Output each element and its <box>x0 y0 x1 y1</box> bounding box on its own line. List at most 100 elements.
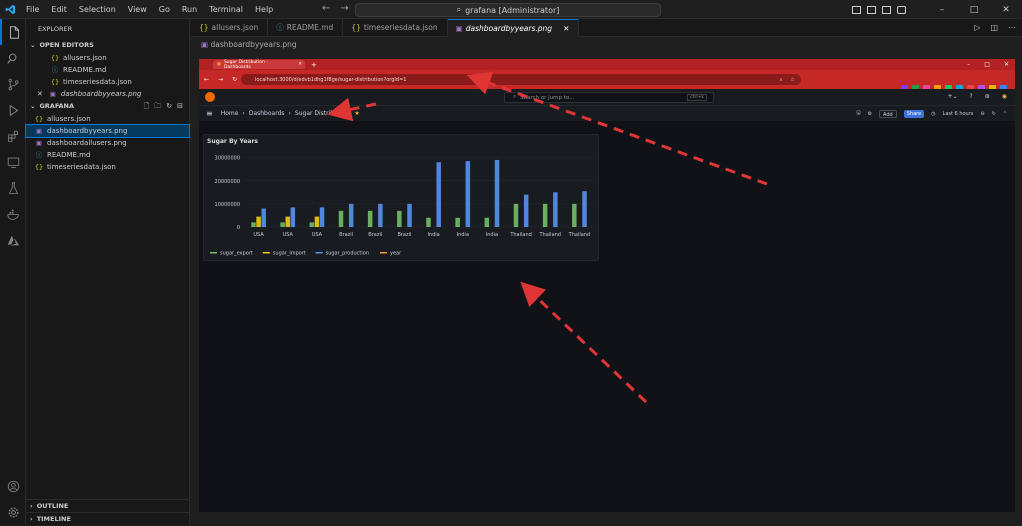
json-file-icon: {} <box>351 23 361 32</box>
toggle-panel-icon[interactable] <box>867 5 876 14</box>
tab-label: timeseriesdata.json <box>363 23 438 32</box>
info-file-icon: ⓘ <box>51 66 59 74</box>
file-list: {} allusers.json ▣ dashboardbyyears.png ▣ das… <box>25 113 190 173</box>
menu-item-file[interactable]: File <box>20 5 45 14</box>
image-preview-editor: ● Sugar Distribution - Dashboards ✕ + – … <box>191 52 1022 512</box>
image-file-icon: ▣ <box>201 40 209 49</box>
json-file-icon: {} <box>50 54 60 62</box>
vscode-logo-icon <box>0 0 20 19</box>
file-name: dashboardbyyears.png <box>60 90 142 98</box>
open-editors-section[interactable]: ⌄ OPEN EDITORS <box>26 39 189 52</box>
collapse-all-icon[interactable]: ⊟ <box>177 100 183 113</box>
timeline-label: TIMELINE <box>36 514 71 523</box>
search-icon: ⌕ <box>456 5 462 14</box>
json-file-icon: {} <box>50 78 60 86</box>
file-name: README.md <box>63 66 107 74</box>
menu-item-terminal[interactable]: Terminal <box>203 5 249 14</box>
folder-label: GRAFANA <box>39 102 75 110</box>
nav-arrows: ← → <box>322 3 349 14</box>
close-window-button[interactable]: ✕ <box>990 5 1022 15</box>
image-file-icon: ▣ <box>49 90 56 98</box>
grafana-folder-section[interactable]: ⌄ GRAFANA 🗋 🗀 ↻ ⊟ <box>26 100 189 113</box>
chevron-down-icon: ⌄ <box>30 41 36 49</box>
annotation-arrows <box>327 71 768 404</box>
file-item[interactable]: {} allusers.json <box>26 113 189 125</box>
new-folder-icon[interactable]: 🗀 <box>154 100 161 113</box>
chevron-right-icon: › <box>30 501 33 510</box>
toggle-sidebar-icon[interactable] <box>852 5 861 14</box>
tab-label: allusers.json <box>211 23 259 32</box>
tab-label: dashboardbyyears.png <box>465 23 553 33</box>
split-editor-icon[interactable]: ◫ <box>990 23 998 32</box>
menu-bar: File Edit Selection View Go Run Terminal Help <box>20 5 279 14</box>
tab-timeseriesdata-json[interactable]: {} timeseriesdata.json <box>343 19 448 37</box>
file-item[interactable]: ▣ dashboardbyyears.png <box>25 124 190 138</box>
json-file-icon: {} <box>34 115 44 123</box>
tab-readme-md[interactable]: ⓘ README.md <box>268 19 344 37</box>
remote-explorer-icon[interactable] <box>0 149 26 175</box>
customize-layout-icon[interactable] <box>897 5 906 14</box>
new-file-icon[interactable]: 🗋 <box>144 100 150 113</box>
file-item[interactable]: {} allusers.json <box>26 52 189 64</box>
tab-allusers-json[interactable]: {} allusers.json <box>191 19 269 37</box>
maximize-button[interactable]: □ <box>958 5 990 15</box>
open-editors-label: OPEN EDITORS <box>39 41 94 49</box>
run-debug-icon[interactable] <box>0 97 26 123</box>
timeline-section[interactable]: › TIMELINE <box>26 512 190 525</box>
menu-item-run[interactable]: Run <box>176 5 203 14</box>
arrow-to-breadcrumb <box>327 97 377 122</box>
file-name: dashboardbyyears.png <box>47 127 128 135</box>
close-tab-icon[interactable]: ✕ <box>563 20 569 38</box>
minimize-button[interactable]: – <box>926 5 958 15</box>
chevron-right-icon: › <box>30 514 33 523</box>
source-control-icon[interactable] <box>0 71 26 97</box>
menu-item-go[interactable]: Go <box>153 5 176 14</box>
close-icon[interactable]: ✕ <box>37 88 43 100</box>
chevron-down-icon: ⌄ <box>30 102 36 110</box>
menu-item-edit[interactable]: Edit <box>45 5 73 14</box>
extensions-icon[interactable] <box>0 123 26 149</box>
azure-icon[interactable] <box>0 227 26 253</box>
sidebar-title: EXPLORER <box>38 25 73 33</box>
search-icon[interactable] <box>0 45 26 71</box>
refresh-icon[interactable]: ↻ <box>166 100 172 113</box>
arrow-to-chart <box>520 281 648 404</box>
outline-section[interactable]: › OUTLINE <box>26 499 190 512</box>
account-icon[interactable] <box>0 473 26 499</box>
run-icon[interactable]: ▷ <box>974 23 980 32</box>
command-center[interactable]: ⌕ grafana [Administrator] <box>355 3 661 17</box>
back-arrow-icon[interactable]: ← <box>322 3 330 14</box>
file-name: README.md <box>47 151 91 159</box>
arrow-to-browser-bar <box>466 71 768 186</box>
menu-item-view[interactable]: View <box>122 5 153 14</box>
testing-icon[interactable] <box>0 175 26 201</box>
window-controls: – □ ✕ <box>852 0 1022 19</box>
file-item[interactable]: ⓘ README.md <box>26 64 189 76</box>
menu-item-help[interactable]: Help <box>249 5 279 14</box>
more-actions-icon[interactable]: ⋯ <box>1008 23 1016 32</box>
command-center-text: grafana [Administrator] <box>465 5 560 15</box>
toggle-secondary-sidebar-icon[interactable] <box>882 5 891 14</box>
activity-bar <box>0 19 26 525</box>
explorer-icon[interactable] <box>0 19 26 45</box>
tab-label: README.md <box>286 23 334 32</box>
json-file-icon: {} <box>34 163 44 171</box>
breadcrumb-file[interactable]: dashboardbyyears.png <box>210 40 296 49</box>
file-item[interactable]: {} timeseriesdata.json <box>26 76 189 88</box>
json-file-icon: {} <box>199 23 209 32</box>
outline-label: OUTLINE <box>36 501 69 510</box>
forward-arrow-icon[interactable]: → <box>340 3 348 14</box>
title-bar: File Edit Selection View Go Run Terminal Help ←… <box>0 0 1022 19</box>
menu-item-selection[interactable]: Selection <box>73 5 122 14</box>
file-item[interactable]: ⓘ README.md <box>26 149 189 161</box>
file-name: allusers.json <box>47 115 91 123</box>
file-item[interactable]: ▣ dashboardallusers.png <box>26 137 189 149</box>
image-file-icon: ▣ <box>455 23 463 33</box>
tab-dashboardbyyears-png[interactable]: ▣ dashboardbyyears.png ✕ <box>447 19 580 38</box>
file-item[interactable]: {} timeseriesdata.json <box>26 161 189 173</box>
settings-gear-icon[interactable] <box>0 499 26 525</box>
file-name: timeseriesdata.json <box>63 78 132 86</box>
docker-icon[interactable] <box>0 201 26 227</box>
file-item[interactable]: ✕ ▣ dashboardbyyears.png <box>26 88 189 100</box>
file-name: timeseriesdata.json <box>47 163 116 171</box>
